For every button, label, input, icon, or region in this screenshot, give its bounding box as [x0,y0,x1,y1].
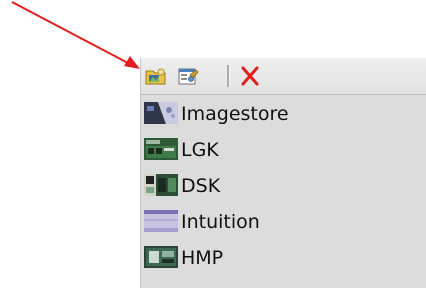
list-item-label: LGK [181,139,219,161]
list-item-label: Imagestore [181,103,289,125]
list-item-lgk[interactable]: LGK [141,131,426,167]
list-item-label: HMP [181,247,224,269]
list-item-label: Intuition [181,211,260,233]
imagestore-icon [144,102,178,124]
delete-icon[interactable] [239,66,261,86]
list-item-hmp[interactable]: HMP [141,239,426,275]
list-item-dsk[interactable]: DSK [141,167,426,203]
properties-icon[interactable] [177,66,199,86]
imaging-source-list: Imagestore LGK DSK Intuition HMP [141,95,426,275]
lgk-icon [144,138,178,160]
folder-image-icon[interactable] [145,66,167,86]
hmp-icon [144,246,178,268]
imaging-panel: Imagestore LGK DSK Intuition HMP [140,58,426,288]
intuition-icon [144,210,178,232]
list-item-label: DSK [181,175,221,197]
screenshot-stage: Imagestore LGK DSK Intuition HMP [0,0,426,288]
toolbar-separator [227,65,230,87]
list-item-intuition[interactable]: Intuition [141,203,426,239]
dsk-icon [144,174,178,196]
list-item-imagestore[interactable]: Imagestore [141,95,426,131]
toolbar [141,58,426,95]
